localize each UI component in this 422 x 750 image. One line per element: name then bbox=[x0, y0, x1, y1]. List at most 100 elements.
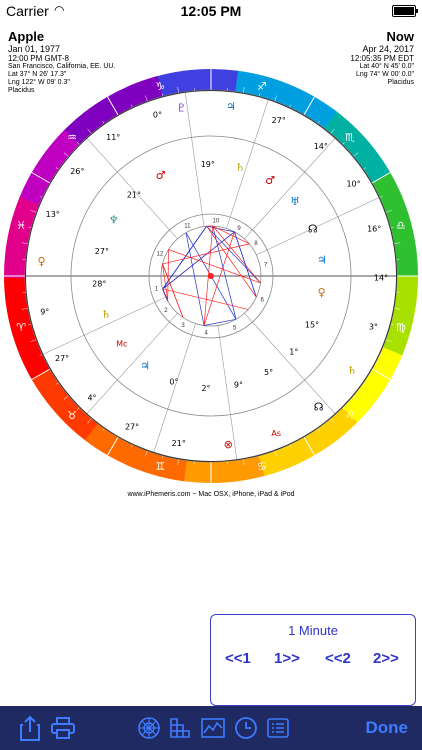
chart-footer-credit: www.iPhemeris.com ~ Mac OSX, iPhone, iPa… bbox=[127, 491, 295, 498]
done-button[interactable]: Done bbox=[366, 718, 409, 738]
planet-label: 14° bbox=[374, 273, 388, 282]
planet-label: 16° bbox=[367, 224, 381, 233]
house-number: 1 bbox=[155, 287, 159, 293]
planet-label: 19° bbox=[201, 160, 215, 169]
aspect-line bbox=[185, 232, 205, 326]
clock-icon bbox=[235, 717, 257, 739]
house-number: 12 bbox=[156, 252, 163, 258]
wheel-view-button[interactable] bbox=[137, 714, 161, 742]
planet-label: 10° bbox=[346, 179, 360, 188]
planet-label: 27° bbox=[95, 247, 109, 256]
house-cusp bbox=[42, 296, 166, 355]
zodiac-segment bbox=[183, 460, 214, 484]
planet-label: ♄ bbox=[347, 364, 357, 377]
planet-label: 21° bbox=[172, 439, 186, 448]
planet-label: 27° bbox=[125, 423, 139, 432]
planet-label: ⊗ bbox=[224, 438, 233, 451]
zodiac-sign-icon: ♍ bbox=[396, 321, 406, 334]
planet-label: ♃ bbox=[226, 100, 236, 113]
planet-label: 9° bbox=[40, 308, 49, 317]
aspect-line bbox=[206, 225, 257, 298]
natal-time: 12:00 PM GMT-8 bbox=[8, 54, 69, 63]
time-button[interactable] bbox=[234, 714, 258, 742]
step-back-1-button[interactable]: <<1 bbox=[225, 650, 251, 667]
print-button[interactable] bbox=[50, 714, 76, 742]
planet-label: As bbox=[271, 429, 281, 438]
planet-label: 28° bbox=[92, 279, 106, 288]
zodiac-sign-icon: ♑ bbox=[155, 80, 165, 93]
planet-label: 9° bbox=[234, 381, 243, 390]
planet-label: ☊ bbox=[314, 401, 324, 414]
step-forward-2-button[interactable]: 2>> bbox=[373, 650, 399, 667]
planet-label: 0° bbox=[169, 378, 178, 387]
bottom-toolbar: Done bbox=[0, 706, 422, 750]
planet-label: 4° bbox=[87, 393, 96, 402]
planet-label: ♀ bbox=[318, 286, 326, 299]
list-view-button[interactable] bbox=[266, 714, 290, 742]
house-cusp bbox=[86, 137, 178, 240]
natal-name: Apple bbox=[8, 29, 45, 44]
natal-date: Jan 01, 1977 bbox=[8, 44, 61, 54]
house-cusp bbox=[256, 197, 380, 256]
planet-label: 5° bbox=[264, 368, 273, 377]
planet-label: ♃ bbox=[140, 360, 150, 373]
planet-label: 2° bbox=[201, 384, 210, 393]
zodiac-sign-icon: ♈ bbox=[16, 321, 26, 334]
zodiac-segment bbox=[3, 248, 27, 279]
zodiac-sign-icon: ♊ bbox=[155, 460, 165, 473]
house-number: 4 bbox=[204, 330, 208, 336]
aspect-line bbox=[203, 231, 235, 326]
zodiac-segment bbox=[395, 273, 418, 304]
line-graph-icon bbox=[201, 718, 225, 738]
planet-label: 0° bbox=[153, 111, 162, 120]
graph-view-button[interactable] bbox=[200, 714, 226, 742]
planet-label: 11° bbox=[106, 133, 120, 142]
house-cusp bbox=[86, 312, 178, 415]
house-cusp bbox=[153, 323, 196, 453]
planet-label: Mc bbox=[116, 340, 127, 349]
house-number: 3 bbox=[181, 323, 185, 329]
status-bar: Carrier ◠ 12:05 PM bbox=[0, 0, 422, 22]
step-size-label[interactable]: 1 Minute bbox=[211, 623, 415, 638]
house-number: 5 bbox=[233, 325, 237, 331]
printer-icon bbox=[51, 717, 75, 739]
planet-label: ♅ bbox=[290, 195, 300, 208]
planet-label: ♃ bbox=[317, 254, 327, 267]
planet-label: 27° bbox=[272, 116, 286, 125]
zodiac-sign-icon: ♎ bbox=[396, 219, 406, 232]
zodiac-sign-icon: ♒ bbox=[67, 131, 77, 144]
house-number: 6 bbox=[260, 297, 264, 303]
house-cusp bbox=[226, 99, 269, 229]
step-back-2-button[interactable]: <<2 bbox=[325, 650, 351, 667]
share-icon bbox=[20, 715, 40, 741]
planet-label: ♆ bbox=[109, 213, 119, 226]
house-number: 10 bbox=[213, 219, 220, 225]
planet-label: 26° bbox=[70, 167, 84, 176]
planet-label: ♄ bbox=[101, 308, 111, 321]
chart-center bbox=[208, 273, 214, 279]
zodiac-segment bbox=[208, 69, 239, 92]
planet-label: 14° bbox=[314, 142, 328, 151]
share-button[interactable] bbox=[18, 714, 42, 742]
battery-icon bbox=[392, 5, 418, 17]
planet-label: 3° bbox=[369, 322, 378, 331]
aspect-grid-icon bbox=[170, 718, 190, 738]
aspect-line bbox=[203, 318, 237, 326]
time-stepper: 1 Minute <<1 1>> <<2 2>> bbox=[210, 614, 416, 706]
planet-label: 21° bbox=[127, 191, 141, 200]
house-number: 8 bbox=[254, 241, 258, 247]
planet-label: ♂ bbox=[265, 174, 275, 187]
transit-name: Now bbox=[386, 29, 414, 44]
grid-view-button[interactable] bbox=[168, 714, 192, 742]
house-number: 7 bbox=[264, 262, 268, 268]
zodiac-sign-icon: ♋ bbox=[257, 460, 267, 473]
zodiac-sign-icon: ♓ bbox=[16, 219, 26, 232]
house-cusp bbox=[244, 137, 336, 240]
zodiac-sign-icon: ♉ bbox=[67, 409, 77, 422]
planet-label: ☊ bbox=[308, 222, 318, 235]
astrology-chart-wheel[interactable]: ♈♉♊ ♋♌♍♎♏♐♑♒♓ ♇19°♃♄27°♂14°♅10°☊ 16°♃14°♀3… bbox=[0, 65, 422, 487]
step-forward-1-button[interactable]: 1>> bbox=[274, 650, 300, 667]
planet-label: 27° bbox=[55, 354, 69, 363]
aspect-line bbox=[167, 249, 169, 302]
transit-date: Apr 24, 2017 bbox=[362, 44, 414, 54]
